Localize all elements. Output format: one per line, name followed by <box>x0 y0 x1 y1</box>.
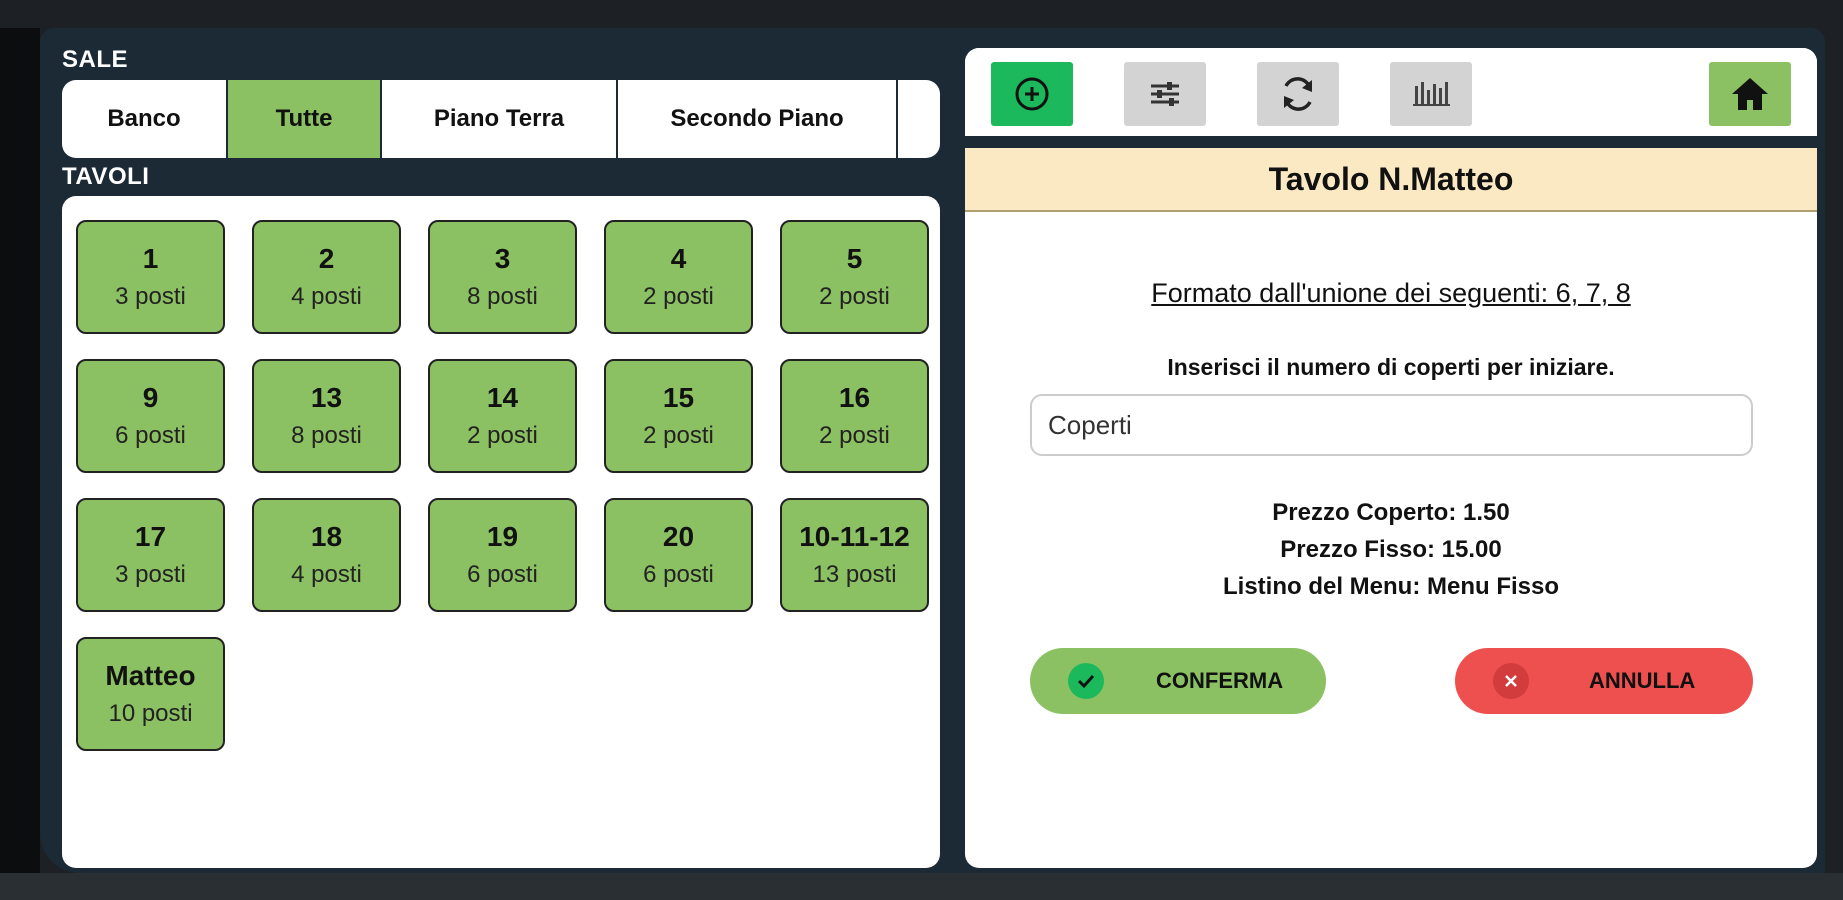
table-seats: 8 posti <box>467 283 538 310</box>
coperti-input[interactable] <box>1030 394 1753 456</box>
refresh-button[interactable] <box>1257 62 1339 126</box>
table-seats: 2 posti <box>467 422 538 449</box>
table-seats: 8 posti <box>291 422 362 449</box>
table-number: 19 <box>486 521 519 552</box>
table-number: 9 <box>142 382 159 413</box>
prezzo-coperto: Prezzo Coperto: 1.50 <box>1272 499 1510 526</box>
tab-piano-terra[interactable]: Piano Terra <box>382 80 618 158</box>
tab-tutte[interactable]: Tutte <box>228 80 382 158</box>
table-tile[interactable]: 14 2 posti <box>428 359 577 473</box>
add-icon <box>1015 77 1049 111</box>
table-seats: 4 posti <box>291 283 362 310</box>
merge-icon <box>1413 82 1450 106</box>
tavoli-section-label: TAVOLI <box>62 163 150 190</box>
cancel-button[interactable]: ANNULLA <box>1455 648 1753 714</box>
listino-menu: Listino del Menu: Menu Fisso <box>1223 573 1559 600</box>
screen-edge <box>0 28 40 873</box>
table-tile[interactable]: 20 6 posti <box>604 498 753 612</box>
tab-banco[interactable]: Banco <box>62 80 228 158</box>
table-tile[interactable]: 1 3 posti <box>76 220 225 334</box>
sliders-icon <box>1151 82 1179 106</box>
toolbar-separator <box>965 136 1817 148</box>
table-number: 10-11-12 <box>799 521 910 552</box>
bottom-bar <box>0 873 1843 900</box>
table-tile[interactable]: 4 2 posti <box>604 220 753 334</box>
merge-tables-button[interactable] <box>1390 62 1472 126</box>
table-grid: 13 posti 2 4 posti 3 8 posti 4 2 posti 5 2 posti… <box>76 220 929 751</box>
tables-panel: 13 posti 2 4 posti 3 8 posti 4 2 posti 5 2 posti… <box>62 196 940 868</box>
table-title: Tavolo N.Matteo <box>1268 160 1514 197</box>
prezzo-fisso: Prezzo Fisso: 15.00 <box>1280 536 1502 563</box>
table-number: 2 <box>318 243 335 274</box>
toolbar <box>965 48 1817 136</box>
sale-section-label: SALE <box>62 46 129 73</box>
table-number: 14 <box>486 382 519 413</box>
table-number: 16 <box>838 382 871 413</box>
add-button[interactable] <box>991 62 1073 126</box>
table-tile[interactable]: 19 6 posti <box>428 498 577 612</box>
price-info: Prezzo Coperto: 1.50 Prezzo Fisso: 15.00… <box>965 494 1817 605</box>
table-tile[interactable]: 5 2 posti <box>780 220 929 334</box>
table-seats: 6 posti <box>467 561 538 588</box>
table-detail-panel: Tavolo N.Matteo Formato dall'unione dei … <box>965 48 1817 868</box>
table-tile[interactable]: 13 8 posti <box>252 359 401 473</box>
union-info: Formato dall'unione dei seguenti: 6, 7, … <box>1151 278 1631 308</box>
filter-button[interactable] <box>1124 62 1206 126</box>
table-number: 5 <box>846 243 863 274</box>
table-seats: 4 posti <box>291 561 362 588</box>
table-tile[interactable]: 15 2 posti <box>604 359 753 473</box>
table-tile[interactable]: 17 3 posti <box>76 498 225 612</box>
table-number: 13 <box>310 382 343 413</box>
table-tile[interactable]: 3 8 posti <box>428 220 577 334</box>
table-number: 4 <box>670 243 687 274</box>
table-tile[interactable]: 2 4 posti <box>252 220 401 334</box>
refresh-icon <box>1284 77 1312 111</box>
table-number: 17 <box>134 521 167 552</box>
table-number: 15 <box>662 382 695 413</box>
table-tile[interactable]: Matteo 10 posti <box>76 637 225 751</box>
home-icon <box>1732 78 1768 110</box>
check-circle-icon <box>1068 663 1104 699</box>
table-title-bar: Tavolo N.Matteo <box>965 148 1817 212</box>
table-number: 1 <box>142 243 159 274</box>
cancel-label: ANNULLA <box>1589 668 1696 693</box>
table-tile[interactable]: 10-11-12 13 posti <box>780 498 929 612</box>
table-tile[interactable]: 18 4 posti <box>252 498 401 612</box>
coperti-instructions: Inserisci il numero di coperti per inizi… <box>1167 354 1615 380</box>
sale-tab-bar: Banco Tutte Piano Terra Secondo Piano <box>62 80 940 158</box>
table-tile[interactable]: 16 2 posti <box>780 359 929 473</box>
tab-secondo-piano[interactable]: Secondo Piano <box>618 80 898 158</box>
home-button[interactable] <box>1709 62 1791 126</box>
table-seats: 2 posti <box>819 283 890 310</box>
table-seats: 2 posti <box>819 422 890 449</box>
table-seats: 3 posti <box>115 561 186 588</box>
table-seats: 6 posti <box>643 561 714 588</box>
table-number: 20 <box>662 521 695 552</box>
table-seats: 2 posti <box>643 283 714 310</box>
table-seats: 13 posti <box>812 561 897 588</box>
table-seats: 2 posti <box>643 422 714 449</box>
table-seats: 10 posti <box>108 700 193 727</box>
confirm-button[interactable]: CONFERMA <box>1030 648 1326 714</box>
table-seats: 6 posti <box>115 422 186 449</box>
table-tile[interactable]: 9 6 posti <box>76 359 225 473</box>
table-number: 18 <box>310 521 343 552</box>
table-seats: 3 posti <box>115 283 186 310</box>
table-number: 3 <box>494 243 511 274</box>
confirm-label: CONFERMA <box>1156 668 1284 693</box>
table-number: Matteo <box>105 660 196 691</box>
close-circle-icon <box>1493 663 1529 699</box>
